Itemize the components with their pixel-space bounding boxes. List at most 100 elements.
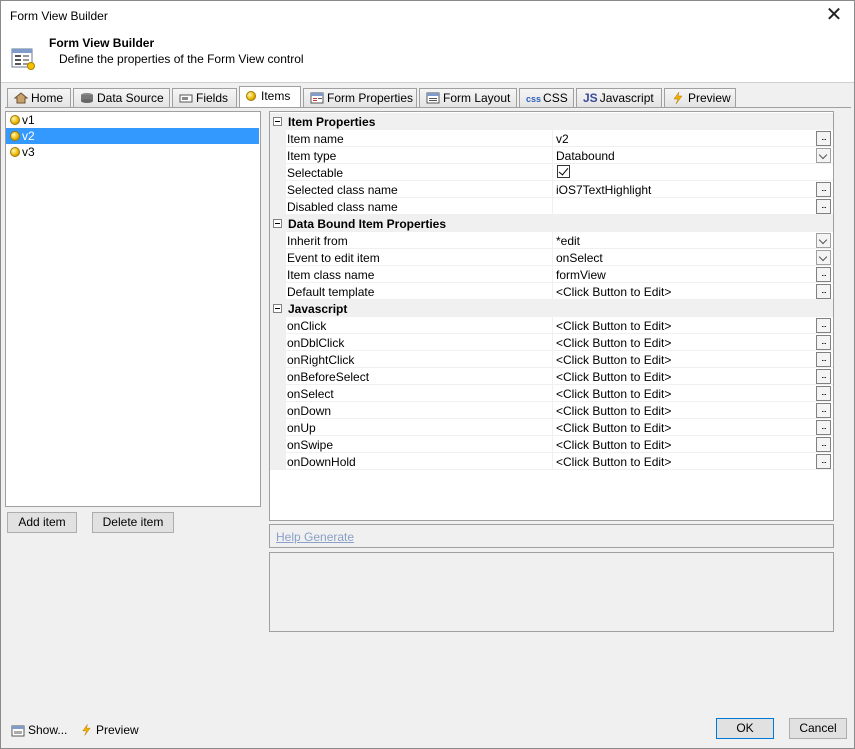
property-name: Default template bbox=[286, 283, 553, 300]
list-item[interactable]: v3 bbox=[6, 144, 260, 160]
preview-button[interactable]: Preview bbox=[80, 723, 139, 737]
property-row-ondown[interactable]: onDown <Click Button to Edit> ... bbox=[270, 402, 833, 419]
close-icon[interactable]: ✕ bbox=[822, 4, 846, 28]
ellipsis-button[interactable]: ... bbox=[816, 131, 831, 146]
ellipsis-button[interactable]: ... bbox=[816, 454, 831, 469]
property-name: onSwipe bbox=[286, 436, 553, 453]
tab-preview[interactable]: Preview bbox=[664, 88, 736, 107]
fields-icon bbox=[179, 94, 193, 103]
property-row-selectable[interactable]: Selectable bbox=[270, 164, 833, 181]
property-value[interactable]: <Click Button to Edit> bbox=[553, 436, 833, 453]
property-row-ondownhold[interactable]: onDownHold <Click Button to Edit> ... bbox=[270, 453, 833, 470]
ellipsis-button[interactable]: ... bbox=[816, 386, 831, 401]
property-value[interactable]: <Click Button to Edit> bbox=[553, 419, 833, 436]
property-value[interactable]: iOS7TextHighlight bbox=[553, 181, 833, 198]
ellipsis-button[interactable]: ... bbox=[816, 335, 831, 350]
property-row-onselect[interactable]: onSelect <Click Button to Edit> ... bbox=[270, 385, 833, 402]
property-name: Inherit from bbox=[286, 232, 553, 249]
ok-button[interactable]: OK bbox=[716, 718, 774, 739]
property-value[interactable]: <Click Button to Edit> bbox=[553, 385, 833, 402]
chevron-down-icon[interactable] bbox=[816, 148, 831, 163]
property-row-item-name[interactable]: Item name v2 ... bbox=[270, 130, 833, 147]
help-generate-link[interactable]: Help Generate bbox=[276, 530, 354, 544]
tab-form-properties[interactable]: Form Properties bbox=[303, 88, 417, 107]
ellipsis-button[interactable]: ... bbox=[816, 182, 831, 197]
property-row-event-to-edit[interactable]: Event to edit item onSelect bbox=[270, 249, 833, 266]
collapse-icon[interactable] bbox=[273, 304, 282, 313]
items-list[interactable]: v1 v2 v3 bbox=[5, 111, 261, 507]
show-button[interactable]: Show... bbox=[11, 723, 67, 737]
title-bar: Form View Builder ✕ bbox=[1, 1, 854, 32]
property-value[interactable]: <Click Button to Edit> bbox=[553, 351, 833, 368]
tab-items[interactable]: Items bbox=[239, 86, 301, 107]
property-row-default-template[interactable]: Default template <Click Button to Edit> … bbox=[270, 283, 833, 300]
property-name: Item type bbox=[286, 147, 553, 164]
property-name: Disabled class name bbox=[286, 198, 553, 215]
property-row-onrightclick[interactable]: onRightClick <Click Button to Edit> ... bbox=[270, 351, 833, 368]
property-row-disabled-class[interactable]: Disabled class name ... bbox=[270, 198, 833, 215]
property-value[interactable]: formView bbox=[553, 266, 833, 283]
ellipsis-button[interactable]: ... bbox=[816, 403, 831, 418]
property-row-selected-class[interactable]: Selected class name iOS7TextHighlight ..… bbox=[270, 181, 833, 198]
ellipsis-button[interactable]: ... bbox=[816, 420, 831, 435]
collapse-icon[interactable] bbox=[273, 219, 282, 228]
tab-home[interactable]: Home bbox=[7, 88, 71, 107]
property-row-inherit-from[interactable]: Inherit from *edit bbox=[270, 232, 833, 249]
property-value[interactable] bbox=[553, 164, 833, 181]
tab-javascript[interactable]: JS Javascript bbox=[576, 88, 662, 107]
chevron-down-icon[interactable] bbox=[816, 250, 831, 265]
property-name: Item name bbox=[286, 130, 553, 147]
ellipsis-button[interactable]: ... bbox=[816, 437, 831, 452]
property-value[interactable]: *edit bbox=[553, 232, 833, 249]
item-dot-icon bbox=[10, 131, 20, 141]
tab-fields[interactable]: Fields bbox=[172, 88, 237, 107]
property-value[interactable]: <Click Button to Edit> bbox=[553, 334, 833, 351]
selectable-checkbox[interactable] bbox=[557, 165, 570, 178]
property-value[interactable]: v2 bbox=[553, 130, 833, 147]
window-title: Form View Builder bbox=[10, 9, 108, 23]
ellipsis-button[interactable]: ... bbox=[816, 284, 831, 299]
property-value[interactable]: <Click Button to Edit> bbox=[553, 368, 833, 385]
chevron-down-icon[interactable] bbox=[816, 233, 831, 248]
property-row-onclick[interactable]: onClick <Click Button to Edit> ... bbox=[270, 317, 833, 334]
property-row-ondblclick[interactable]: onDblClick <Click Button to Edit> ... bbox=[270, 334, 833, 351]
property-row-onup[interactable]: onUp <Click Button to Edit> ... bbox=[270, 419, 833, 436]
ellipsis-button[interactable]: ... bbox=[816, 199, 831, 214]
add-item-button[interactable]: Add item bbox=[7, 512, 77, 533]
tab-label: Form Properties bbox=[327, 91, 414, 105]
property-name: Item class name bbox=[286, 266, 553, 283]
ellipsis-button[interactable]: ... bbox=[816, 369, 831, 384]
property-row-onswipe[interactable]: onSwipe <Click Button to Edit> ... bbox=[270, 436, 833, 453]
property-value[interactable]: <Click Button to Edit> bbox=[553, 283, 833, 300]
tab-form-layout[interactable]: Form Layout bbox=[419, 88, 517, 107]
form-view-builder-window: Form View Builder ✕ Form View Builder De… bbox=[0, 0, 855, 749]
property-value[interactable]: Databound bbox=[553, 147, 833, 164]
collapse-icon[interactable] bbox=[273, 117, 282, 126]
ellipsis-button[interactable]: ... bbox=[816, 318, 831, 333]
property-value[interactable]: onSelect bbox=[553, 249, 833, 266]
list-item[interactable]: v1 bbox=[6, 112, 260, 128]
property-row-onbeforeselect[interactable]: onBeforeSelect <Click Button to Edit> ..… bbox=[270, 368, 833, 385]
category-data-bound[interactable]: Data Bound Item Properties bbox=[270, 215, 833, 232]
tab-strip: Home Data Source Fields Items Form Prope… bbox=[5, 86, 851, 107]
property-value[interactable]: <Click Button to Edit> bbox=[553, 317, 833, 334]
ellipsis-button[interactable]: ... bbox=[816, 352, 831, 367]
category-javascript[interactable]: Javascript bbox=[270, 300, 833, 317]
property-row-item-class[interactable]: Item class name formView ... bbox=[270, 266, 833, 283]
ellipsis-button[interactable]: ... bbox=[816, 267, 831, 282]
delete-item-button[interactable]: Delete item bbox=[92, 512, 174, 533]
help-bar: Help Generate bbox=[269, 524, 834, 548]
list-item-label: v2 bbox=[22, 129, 35, 143]
cancel-button[interactable]: Cancel bbox=[789, 718, 847, 739]
property-name: onDownHold bbox=[286, 453, 553, 470]
property-row-item-type[interactable]: Item type Databound bbox=[270, 147, 833, 164]
property-value[interactable]: <Click Button to Edit> bbox=[553, 453, 833, 470]
tab-label: Form Layout bbox=[443, 91, 511, 105]
category-item-properties[interactable]: Item Properties bbox=[270, 113, 833, 130]
tab-css[interactable]: css CSS bbox=[519, 88, 574, 107]
property-value[interactable] bbox=[553, 198, 833, 215]
property-name: onBeforeSelect bbox=[286, 368, 553, 385]
tab-data-source[interactable]: Data Source bbox=[73, 88, 170, 107]
property-value[interactable]: <Click Button to Edit> bbox=[553, 402, 833, 419]
list-item[interactable]: v2 bbox=[6, 128, 259, 144]
